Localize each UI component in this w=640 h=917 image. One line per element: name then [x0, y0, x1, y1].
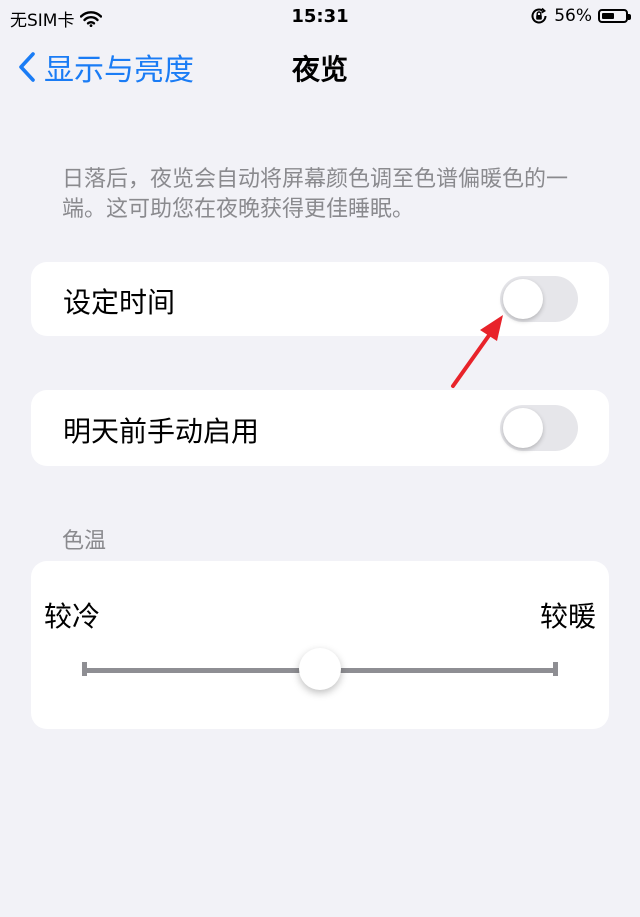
slider-max-label: 较暖: [539, 600, 596, 633]
slider-min-tick: [82, 662, 87, 676]
status-right: 56%: [530, 6, 631, 26]
manual-label: 明天前手动启用: [63, 415, 260, 448]
battery-fill: [602, 13, 614, 19]
schedule-toggle[interactable]: [500, 276, 578, 322]
orientation-lock-icon: [531, 7, 547, 24]
night-shift-description: 日落后，夜览会自动将屏幕颜色调至色谱偏暖色的一端。这可助您在夜晚获得更佳睡眠。: [62, 167, 569, 222]
battery-icon: [598, 9, 631, 23]
slider-min-label: 较冷: [44, 600, 101, 633]
battery-percent: 56%: [554, 6, 592, 26]
slider-max-tick: [553, 662, 558, 676]
schedule-label: 设定时间: [63, 286, 176, 319]
nav-bar: 显示与亮度 夜览: [0, 40, 640, 90]
manual-toggle[interactable]: [500, 405, 578, 451]
status-bar: 无SIM卡 15:31 56%: [0, 0, 640, 36]
annotation-arrow-icon: [451, 315, 503, 388]
color-temp-slider-thumb[interactable]: [299, 648, 341, 690]
color-temp-section-label: 色温: [62, 529, 107, 554]
page-title: 夜览: [291, 53, 348, 86]
manual-card: 明天前手动启用: [31, 390, 609, 466]
color-temp-card: [31, 561, 609, 729]
schedule-card: 设定时间: [31, 262, 609, 336]
toggle-knob: [503, 408, 543, 448]
